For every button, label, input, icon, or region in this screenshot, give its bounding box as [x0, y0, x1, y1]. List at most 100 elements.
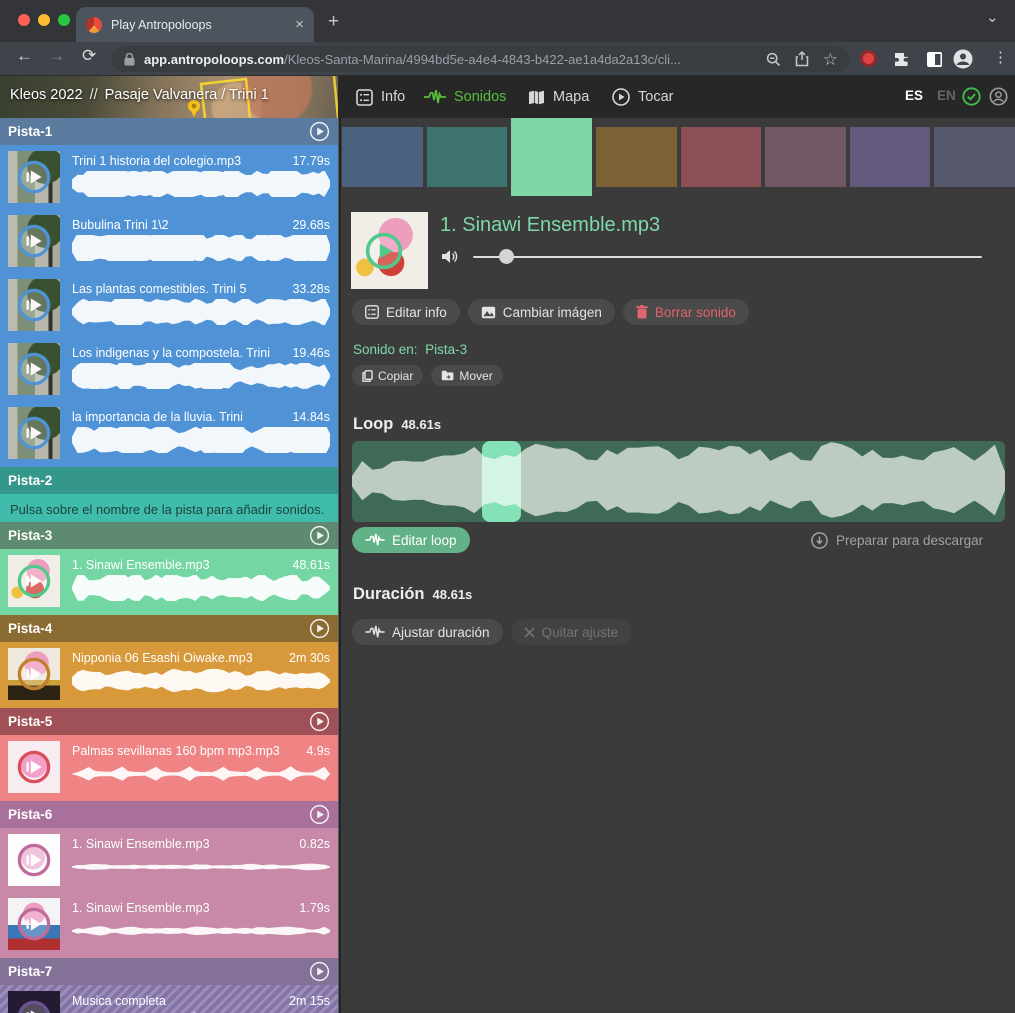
reload-button[interactable]: ⟳: [82, 46, 96, 66]
clip-duration: 17.79s: [292, 154, 330, 168]
breadcrumb[interactable]: Kleos 2022//Pasaje Valvanera / Trini 1: [10, 87, 269, 103]
side-panel-icon[interactable]: [926, 51, 943, 68]
track-play-icon[interactable]: [309, 525, 330, 546]
nav-mapa[interactable]: Mapa: [528, 76, 589, 118]
preparar-descarga-button[interactable]: Preparar para descargar: [811, 532, 983, 549]
editar-loop-button[interactable]: Editar loop: [352, 527, 470, 553]
track-play-icon[interactable]: [309, 961, 330, 982]
minimize-window-button[interactable]: [38, 14, 50, 26]
copiar-button[interactable]: Copiar: [352, 365, 423, 386]
loop-waveform[interactable]: [352, 441, 1005, 522]
clip-pista-6-2[interactable]: 1. Sinawi Ensemble.mp31.79s: [0, 894, 338, 958]
clip-pista-1-2[interactable]: Bubulina Trini 1\229.68s: [0, 211, 338, 275]
track-play-icon[interactable]: [309, 804, 330, 825]
track-header-pista-5[interactable]: Pista-5: [0, 708, 338, 735]
track-header-pista-1[interactable]: Pista-1: [0, 118, 338, 145]
browser-menu-icon[interactable]: ⋮: [993, 48, 1008, 66]
project-map-banner[interactable]: Kleos 2022//Pasaje Valvanera / Trini 1: [0, 76, 338, 118]
clip-play-icon[interactable]: [17, 657, 51, 691]
forward-button[interactable]: →: [48, 46, 65, 66]
bookmark-star-icon[interactable]: ☆: [823, 51, 838, 68]
clip-pista-1-3[interactable]: Las plantas comestibles. Trini 533.28s: [0, 275, 338, 339]
app-header: Kleos 2022//Pasaje Valvanera / Trini 1 I…: [0, 76, 1015, 118]
clip-pista-1-1[interactable]: Trini 1 historia del colegio.mp317.79s: [0, 147, 338, 211]
clip-pista-1-5[interactable]: la importancia de la lluvia. Trini14.84s: [0, 403, 338, 467]
download-circle-icon: [811, 532, 828, 549]
clip-pista-5-1[interactable]: Palmas sevillanas 160 bpm mp3.mp34.9s: [0, 737, 338, 801]
track-swatch-8[interactable]: [934, 127, 1015, 187]
track-play-icon[interactable]: [309, 121, 330, 142]
borrar-sonido-button[interactable]: Borrar sonido: [623, 299, 749, 325]
clip-pista-6-1[interactable]: 1. Sinawi Ensemble.mp30.82s: [0, 830, 338, 894]
tab-search-chevron-icon[interactable]: ⌄: [986, 8, 999, 26]
clip-play-icon[interactable]: [17, 907, 51, 941]
back-button[interactable]: ←: [16, 46, 33, 66]
track-swatch-2[interactable]: [427, 127, 508, 187]
mover-button[interactable]: Mover: [431, 365, 502, 386]
track-swatch-6[interactable]: [765, 127, 846, 187]
map-icon: [528, 90, 545, 105]
clip-play-icon[interactable]: [17, 1000, 51, 1013]
cambiar-imagen-button[interactable]: Cambiar imágen: [468, 299, 615, 325]
extensions-puzzle-icon[interactable]: [893, 51, 910, 68]
track-body-pista-3: 1. Sinawi Ensemble.mp348.61s: [0, 549, 338, 615]
clip-play-icon[interactable]: [17, 750, 51, 784]
quitar-ajuste-button[interactable]: Quitar ajuste: [511, 619, 632, 645]
track-swatch-5[interactable]: [681, 127, 762, 187]
track-swatch-4[interactable]: [596, 127, 677, 187]
track-header-pista-6[interactable]: Pista-6: [0, 801, 338, 828]
clip-play-icon[interactable]: [17, 160, 51, 194]
track-ref-link[interactable]: Pista-3: [425, 342, 467, 357]
volume-slider-thumb[interactable]: [499, 249, 514, 264]
browser-tab[interactable]: Play Antropoloops ×: [76, 7, 314, 42]
nav-info[interactable]: Info: [356, 76, 405, 118]
clip-play-icon[interactable]: [17, 843, 51, 877]
track-header-pista-4[interactable]: Pista-4: [0, 615, 338, 642]
nav-sonidos[interactable]: Sonidos: [424, 76, 506, 118]
clip-pista-4-1[interactable]: Nipponia 06 Esashi Oiwake.mp32m 30s: [0, 644, 338, 708]
loop-section-label: Loop48.61s: [353, 415, 441, 434]
record-extension-icon[interactable]: [860, 50, 877, 67]
track-header-pista-3[interactable]: Pista-3: [0, 522, 338, 549]
new-tab-button[interactable]: +: [328, 11, 339, 33]
clip-play-icon[interactable]: [17, 352, 51, 386]
volume-slider[interactable]: [473, 256, 982, 258]
tab-strip: Play Antropoloops × + ⌄: [0, 0, 1015, 42]
zoom-window-button[interactable]: [58, 14, 70, 26]
track-pista-3: Pista-31. Sinawi Ensemble.mp348.61s: [0, 522, 338, 615]
clip-play-icon[interactable]: [17, 416, 51, 450]
tab-close-icon[interactable]: ×: [295, 16, 304, 33]
lang-es-button[interactable]: ES: [905, 88, 923, 103]
sound-image[interactable]: [351, 212, 428, 289]
clip-play-icon[interactable]: [17, 564, 51, 598]
clip-pista-3-1[interactable]: 1. Sinawi Ensemble.mp348.61s: [0, 551, 338, 615]
track-header-pista-7[interactable]: Pista-7: [0, 958, 338, 985]
track-swatch-1[interactable]: [342, 127, 423, 187]
edit-info-icon: [365, 305, 379, 319]
play-sound-icon[interactable]: [365, 232, 403, 270]
clip-title: Palmas sevillanas 160 bpm mp3.mp3: [72, 744, 298, 758]
track-header-pista-2[interactable]: Pista-2: [0, 467, 338, 494]
nav-tocar[interactable]: Tocar: [612, 76, 673, 118]
track-name: Pista-7: [8, 964, 309, 979]
lang-en-button[interactable]: EN: [937, 88, 956, 103]
zoom-out-icon[interactable]: [766, 52, 781, 67]
track-play-icon[interactable]: [309, 711, 330, 732]
address-bar[interactable]: app.antropoloops.com/Kleos-Santa-Marina/…: [112, 46, 850, 72]
clip-pista-7-1[interactable]: Musica completa2m 15s: [0, 987, 338, 1013]
editar-info-button[interactable]: Editar info: [352, 299, 460, 325]
track-swatch-7[interactable]: [850, 127, 931, 187]
clip-waveform: [72, 427, 330, 453]
close-window-button[interactable]: [18, 14, 30, 26]
clip-play-icon[interactable]: [17, 288, 51, 322]
clip-play-icon[interactable]: [17, 224, 51, 258]
profile-avatar[interactable]: [953, 49, 973, 74]
clip-pista-1-4[interactable]: Los indigenas y la compostela. Trini19.4…: [0, 339, 338, 403]
track-play-icon[interactable]: [309, 618, 330, 639]
track-swatch-3[interactable]: [511, 118, 592, 196]
share-icon[interactable]: [795, 51, 809, 67]
track-pista-5: Pista-5Palmas sevillanas 160 bpm mp3.mp3…: [0, 708, 338, 801]
loop-selection-band[interactable]: [482, 441, 521, 522]
ajustar-duracion-button[interactable]: Ajustar duración: [352, 619, 503, 645]
account-icon[interactable]: [989, 87, 1008, 106]
